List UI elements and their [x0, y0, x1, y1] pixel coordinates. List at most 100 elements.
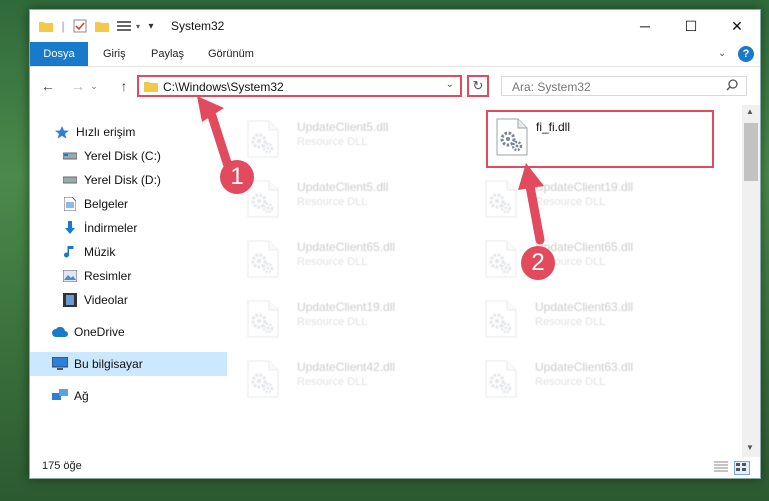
file-name: fi_fi.dll: [536, 120, 571, 134]
file-item[interactable]: UpdateClient63.dll Resource DLL: [465, 290, 685, 342]
new-folder-icon[interactable]: [94, 18, 110, 34]
file-name: UpdateClient19.dll: [535, 180, 634, 194]
file-item[interactable]: UpdateClient65.dll Resource DLL: [465, 230, 685, 282]
sidebar-item-label: Ağ: [74, 389, 89, 403]
sidebar-item-label: Yerel Disk (C:): [84, 149, 161, 163]
forward-button[interactable]: →: [68, 77, 88, 95]
search-input[interactable]: Ara: System32: [512, 80, 591, 94]
dll-file-icon: [247, 180, 279, 218]
file-item[interactable]: UpdateClient19.dll Resource DLL: [465, 170, 685, 222]
properties-icon[interactable]: [72, 18, 88, 34]
sidebar-item-label: Resimler: [84, 269, 132, 283]
file-type: Resource DLL: [535, 376, 606, 388]
network-icon: [52, 388, 68, 404]
sidebar-item-documents[interactable]: Belgeler 📌: [30, 192, 256, 216]
vertical-scrollbar[interactable]: ▲ ▼: [742, 105, 760, 457]
sidebar-item-local-disk-c[interactable]: Yerel Disk (C:) 📌: [30, 144, 256, 168]
download-icon: [62, 220, 78, 236]
file-item[interactable]: UpdateClient5.dll Resource DLL: [227, 110, 447, 162]
sidebar-item-label: Bu bilgisayar: [74, 357, 143, 371]
up-button[interactable]: ↑: [114, 77, 134, 95]
sidebar-item-network[interactable]: Ağ: [30, 384, 246, 408]
drive-icon: [62, 172, 78, 188]
chevron-down-icon[interactable]: ▾: [133, 18, 143, 34]
explorer-window: | ▾ ▾ System32 ─ ☐ ✕ Dosya Giriş Paylaş …: [29, 9, 761, 479]
file-item[interactable]: UpdateClient19.dll Resource DLL: [227, 290, 447, 342]
window-title: System32: [171, 19, 225, 33]
music-icon: [62, 244, 78, 260]
dll-file-icon: [247, 120, 279, 158]
file-name: UpdateClient63.dll: [535, 360, 634, 374]
maximize-button[interactable]: ☐: [668, 10, 714, 42]
file-item[interactable]: UpdateClient63.dll Resource DLL: [465, 350, 685, 402]
document-icon: [62, 196, 78, 212]
dll-file-icon: [247, 360, 279, 398]
navigation-pane: Hızlı erişim Yerel Disk (C:) 📌 Yerel Dis…: [30, 105, 250, 457]
tab-giris[interactable]: Giriş: [103, 42, 126, 66]
sidebar-item-label: Yerel Disk (D:): [84, 173, 161, 187]
separator: |: [61, 19, 65, 33]
navigation-bar: ← → ⌄ ↑ C:\Windows\System32 ⌄ ↻ Ara: Sys…: [30, 67, 760, 105]
dll-file-icon: [485, 300, 517, 338]
sidebar-item-videos[interactable]: Videolar 📌: [30, 288, 256, 312]
folder-icon: [144, 80, 158, 92]
large-icons-view-icon[interactable]: [734, 461, 750, 475]
callout-2: 2: [521, 246, 555, 280]
address-path: C:\Windows\System32: [163, 80, 284, 94]
cloud-icon: [52, 324, 68, 340]
file-item[interactable]: UpdateClient65.dll Resource DLL: [227, 230, 447, 282]
file-type: Resource DLL: [297, 316, 368, 328]
file-item-fi-fi-dll[interactable]: fi_fi.dll: [486, 110, 714, 168]
tab-dosya[interactable]: Dosya: [30, 42, 88, 66]
tab-gorunum[interactable]: Görünüm: [208, 42, 254, 66]
sidebar-item-label: Videolar: [84, 293, 128, 307]
sidebar-item-music[interactable]: Müzik 📌: [30, 240, 256, 264]
dll-file-icon: [485, 360, 517, 398]
file-type: Resource DLL: [535, 316, 606, 328]
details-view-icon[interactable]: [714, 461, 728, 473]
title-bar: | ▾ ▾ System32 ─ ☐ ✕: [30, 10, 760, 42]
recent-locations-icon[interactable]: ⌄: [88, 77, 100, 95]
back-button[interactable]: ←: [38, 77, 58, 95]
file-item[interactable]: UpdateClient5.dll Resource DLL: [227, 170, 447, 222]
computer-icon: [52, 356, 68, 372]
sidebar-item-quick-access[interactable]: Hızlı erişim: [30, 120, 248, 144]
address-bar[interactable]: C:\Windows\System32 ⌄: [137, 75, 462, 97]
sidebar-item-label: Hızlı erişim: [76, 125, 136, 139]
dll-file-icon: [496, 118, 528, 156]
file-type: Resource DLL: [297, 376, 368, 388]
sidebar-item-downloads[interactable]: İndirmeler 📌: [30, 216, 256, 240]
ribbon-tabs: Dosya Giriş Paylaş Görünüm ⌄ ?: [30, 42, 760, 67]
quick-access-dropdown-icon[interactable]: ▾: [146, 18, 156, 34]
file-list: UpdateClient5.dll Resource DLL fi_fi.dll…: [227, 105, 742, 457]
chevron-down-icon[interactable]: ⌄: [446, 79, 454, 90]
help-icon[interactable]: ?: [738, 46, 754, 62]
drive-icon: [62, 148, 78, 164]
minimize-button[interactable]: ─: [622, 10, 668, 42]
search-box[interactable]: Ara: System32: [501, 76, 747, 96]
sidebar-item-label: Belgeler: [84, 197, 129, 211]
sidebar-item-label: OneDrive: [74, 325, 125, 339]
dll-file-icon: [247, 240, 279, 278]
file-name: UpdateClient5.dll: [297, 120, 389, 134]
scrollbar-thumb[interactable]: [744, 123, 758, 181]
sidebar-item-onedrive[interactable]: OneDrive: [30, 320, 246, 344]
expand-ribbon-icon[interactable]: ⌄: [718, 42, 726, 66]
refresh-button[interactable]: ↻: [467, 75, 489, 97]
search-icon: [726, 79, 738, 91]
customize-toolbar-icon[interactable]: [116, 18, 132, 34]
file-type: Resource DLL: [297, 136, 368, 148]
file-name: UpdateClient65.dll: [297, 240, 396, 254]
tab-paylas[interactable]: Paylaş: [151, 42, 184, 66]
file-name: UpdateClient5.dll: [297, 180, 389, 194]
dll-file-icon: [247, 300, 279, 338]
sidebar-item-this-pc[interactable]: Bu bilgisayar: [30, 352, 246, 376]
file-name: UpdateClient19.dll: [297, 300, 396, 314]
scroll-down-icon[interactable]: ▼: [746, 443, 754, 452]
file-type: Resource DLL: [297, 196, 368, 208]
item-count: 175 öğe: [42, 460, 82, 472]
scroll-up-icon[interactable]: ▲: [746, 107, 754, 116]
close-button[interactable]: ✕: [714, 10, 760, 42]
file-item[interactable]: UpdateClient42.dll Resource DLL: [227, 350, 447, 402]
sidebar-item-pictures[interactable]: Resimler 📌: [30, 264, 256, 288]
